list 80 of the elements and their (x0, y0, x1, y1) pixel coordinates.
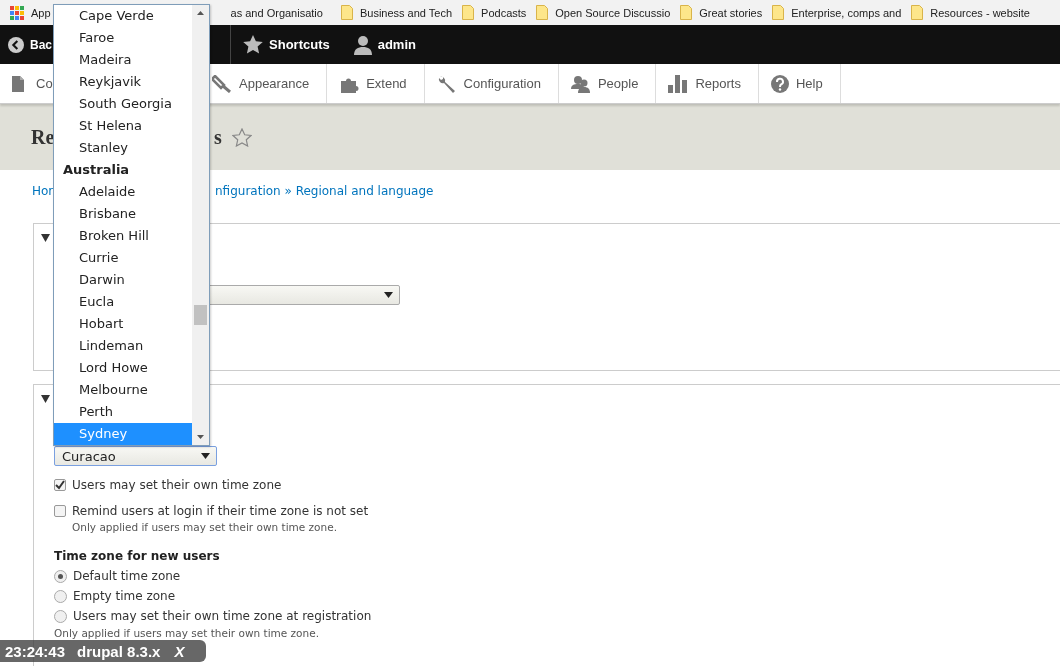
brush-icon (212, 74, 232, 93)
menu-tab[interactable]: Configuration (424, 64, 559, 103)
bookmark-link[interactable]: App (31, 6, 51, 19)
menu-link[interactable]: Co (36, 76, 53, 91)
star-icon[interactable] (231, 127, 252, 147)
checkbox-label[interactable]: Remind users at login if their time zone is not set (72, 504, 369, 518)
radio-label[interactable]: Empty time zone (73, 589, 176, 603)
user-icon (353, 34, 372, 55)
menu-tab[interactable]: People (558, 64, 657, 103)
dropdown-option[interactable]: Faroe (54, 27, 192, 49)
dropdown-option[interactable]: Reykjavik (54, 71, 192, 93)
badge-label: drupal 8.3.x (77, 642, 161, 660)
option-group-label: Australia (62, 161, 131, 179)
dropdown-option[interactable]: Adelaide (54, 181, 192, 203)
bar-chart-icon (668, 74, 689, 93)
dropdown-option[interactable]: Cape Verde (54, 5, 192, 27)
dropdown-option[interactable]: South Georgia (54, 93, 192, 115)
dropdown-option[interactable]: Lindeman (54, 335, 192, 357)
checkbox[interactable] (54, 505, 66, 517)
folder-icon (772, 5, 785, 20)
radio-button[interactable] (54, 609, 67, 623)
bookmark-link[interactable]: as and Organisatio (230, 6, 323, 19)
collapse-triangle-icon[interactable] (41, 234, 50, 242)
menu-tab[interactable]: Reports (656, 64, 759, 103)
folder-icon (340, 5, 353, 20)
people-icon (570, 74, 591, 93)
caret-icon (201, 453, 210, 459)
menu-tab[interactable]: Extend (327, 64, 425, 103)
close-button[interactable]: X (174, 642, 185, 660)
dropdown-option[interactable]: Brisbane (54, 203, 192, 225)
dropdown-option[interactable]: Currie (54, 247, 192, 269)
bookmark-link[interactable]: Great stories (699, 6, 763, 19)
folder-icon (680, 5, 693, 20)
dropdown-option[interactable]: Darwin (54, 269, 192, 291)
folder-icon (462, 5, 475, 20)
folder-icon (536, 5, 549, 20)
scroll-up-icon[interactable] (197, 11, 204, 15)
back-link[interactable]: Bac (30, 37, 52, 52)
radio-button[interactable] (54, 569, 67, 583)
dropdown-option[interactable]: Broken Hill (54, 225, 192, 247)
folder-icon (911, 5, 924, 20)
dropdown-option[interactable]: Madeira (54, 49, 192, 71)
bookmark-link[interactable]: Resources - website (930, 6, 1030, 19)
page-title: Re (31, 125, 55, 148)
radio-label[interactable]: Users may set their own time zone at registration (73, 609, 372, 623)
scrollbar[interactable] (192, 5, 209, 445)
field-description: Only applied if users may set their own time zone. (71, 521, 338, 533)
toolbar-link[interactable]: admin (377, 37, 416, 52)
scrollbar-thumb[interactable] (194, 305, 207, 325)
document-icon (12, 75, 24, 92)
checkbox-label[interactable]: Users may set their own time zone (72, 478, 282, 492)
caret-icon (384, 292, 393, 298)
toolbar-link[interactable]: Shortcuts (269, 37, 330, 52)
collapse-triangle-icon[interactable] (41, 395, 50, 403)
help-icon (770, 74, 789, 93)
bookmark-link[interactable]: Podcasts (481, 6, 527, 19)
radio-label[interactable]: Default time zone (73, 569, 181, 583)
dropdown-option[interactable]: Stanley (54, 137, 192, 159)
badge-time: 23:24:43 (5, 642, 66, 660)
dropdown-option[interactable]: Melbourne (54, 379, 192, 401)
star-icon (243, 35, 263, 54)
breadcrumb-link[interactable]: Hor (32, 184, 54, 198)
dropdown-option[interactable]: Perth (54, 401, 192, 423)
dropdown-option[interactable]: Eucla (54, 291, 192, 313)
bookmark-link[interactable]: Enterprise, comps and (791, 6, 902, 19)
field-description: Only applied if users may set their own time zone. (54, 627, 320, 639)
page-title: s (214, 125, 222, 149)
bookmark-link[interactable]: Business and Tech (359, 6, 453, 19)
timezone-select[interactable]: Curacao (54, 446, 217, 466)
radio-group-title: Time zone for new users (54, 549, 221, 563)
menu-tab[interactable]: Help (758, 64, 841, 103)
dropdown-option[interactable]: St Helena (54, 115, 192, 137)
scroll-down-icon[interactable] (197, 435, 204, 439)
breadcrumb-link[interactable]: nfiguration » Regional and language (215, 184, 434, 214)
bookmark-link[interactable]: Open Source Discussio (555, 6, 671, 19)
apps-grid-icon[interactable] (10, 5, 24, 20)
dropdown-option[interactable]: Hobart (54, 313, 192, 335)
radio-button[interactable] (54, 589, 67, 603)
checkbox[interactable] (54, 479, 66, 491)
dropdown-option[interactable]: Lord Howe (54, 357, 192, 379)
